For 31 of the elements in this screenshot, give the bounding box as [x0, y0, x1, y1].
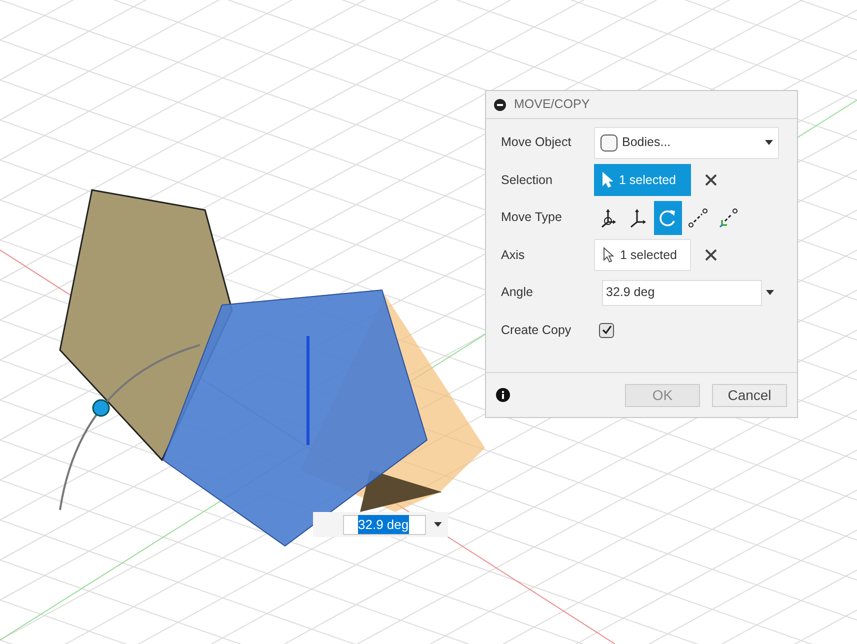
caret-icon	[765, 140, 773, 146]
field-label: Move Object	[501, 134, 572, 152]
caret-icon	[434, 522, 442, 527]
move-type-icon	[718, 208, 738, 228]
move-type-icon	[688, 208, 708, 228]
close-icon[interactable]	[705, 174, 717, 186]
check-icon	[602, 325, 612, 336]
angle-value: 32.9 deg	[358, 514, 409, 534]
move-type-icon	[628, 208, 648, 228]
cursor-icon	[603, 247, 615, 264]
cursor-icon	[602, 172, 614, 188]
field-label: Selection	[501, 172, 554, 189]
close-icon[interactable]	[705, 249, 717, 262]
caret-icon	[766, 290, 774, 296]
move-type-icon	[658, 208, 678, 228]
angle-field[interactable]: 32.9 deg	[602, 280, 762, 306]
dialog-button[interactable]: Cancel	[712, 384, 787, 406]
rotate-handle-dot[interactable]	[92, 399, 110, 417]
angle-input-field[interactable]: 32.9 deg	[343, 514, 426, 534]
dropdown[interactable]: Bodies...	[594, 126, 779, 159]
checkbox[interactable]	[599, 322, 614, 338]
dialog-title: MOVE/COPY	[514, 96, 590, 114]
rotate-arc-handle[interactable]	[59, 344, 200, 510]
field-label: Move Type	[501, 209, 563, 226]
field-label: Angle	[501, 284, 534, 302]
selection-button[interactable]: 1 selected	[594, 239, 691, 272]
field-label: Create Copy	[501, 322, 572, 339]
body-icon	[600, 134, 618, 152]
info-icon[interactable]	[496, 388, 510, 402]
collapse-icon[interactable]	[494, 98, 506, 110]
field-label: Axis	[501, 246, 526, 264]
